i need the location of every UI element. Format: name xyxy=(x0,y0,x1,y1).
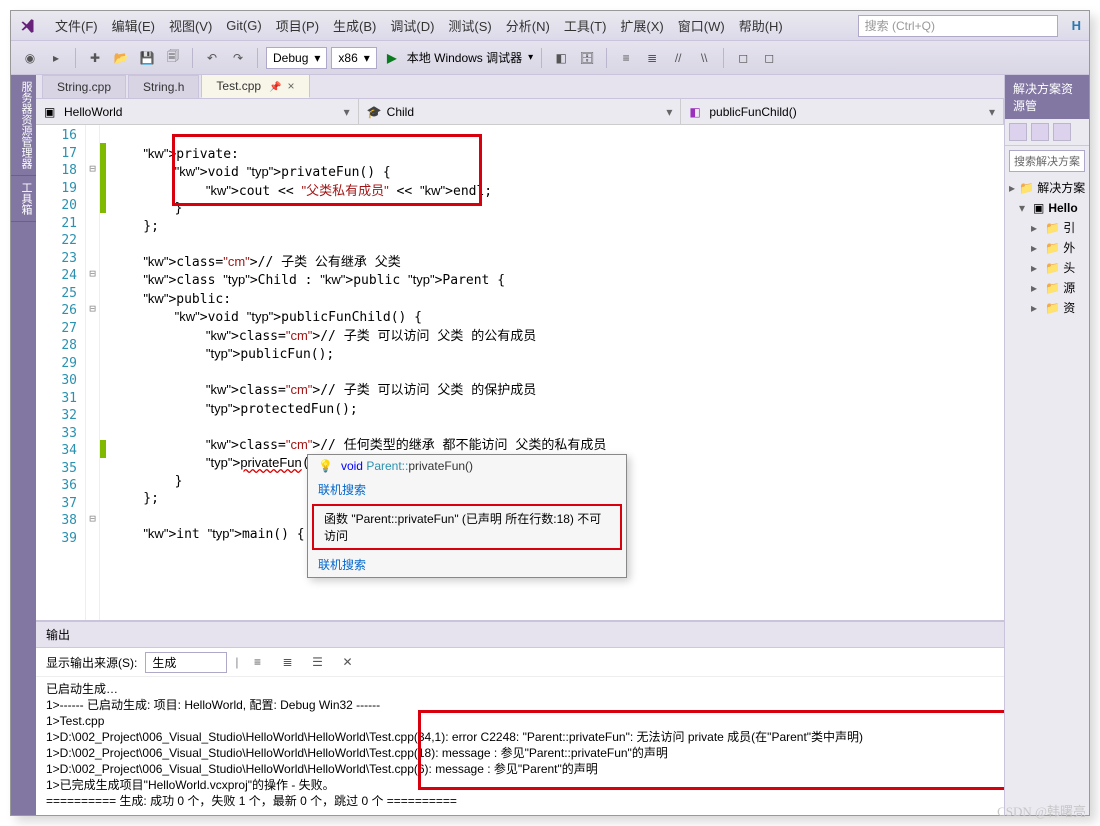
editor-tab[interactable]: Test.cpp📌× xyxy=(201,74,309,98)
error-tooltip: 💡 void Parent::privateFun() 联机搜索 函数 "Par… xyxy=(307,454,627,578)
search-placeholder: 搜索 (Ctrl+Q) xyxy=(865,17,935,34)
project-icon: ▣ xyxy=(44,105,58,119)
menu-search-input[interactable]: 搜索 (Ctrl+Q) xyxy=(858,15,1058,37)
code-editor[interactable]: 1617181920212223242526272829303132333435… xyxy=(36,125,1004,620)
refresh-icon[interactable] xyxy=(1053,123,1071,141)
menu-overflow: H xyxy=(1072,18,1081,33)
open-icon[interactable]: 📂 xyxy=(110,47,132,69)
output-source-label: 显示输出来源(S): xyxy=(46,654,137,671)
nav-scope-combo[interactable]: ▣ HelloWorld▾ xyxy=(36,99,359,124)
tool-icon[interactable]: 🗄 xyxy=(576,47,598,69)
menu-item[interactable]: 生成(B) xyxy=(327,12,382,39)
editor-tab[interactable]: String.h xyxy=(128,75,199,98)
sync-icon[interactable] xyxy=(1031,123,1049,141)
menu-item[interactable]: 测试(S) xyxy=(442,12,497,39)
menu-item[interactable]: 文件(F) xyxy=(49,12,104,39)
tree-folder[interactable]: ▸📁 头 xyxy=(1009,258,1085,278)
menu-bar: 文件(F)编辑(E)视图(V)Git(G)项目(P)生成(B)调试(D)测试(S… xyxy=(11,11,1089,41)
output-tool-icon[interactable]: ≡ xyxy=(246,651,268,673)
vs-logo-icon xyxy=(19,16,39,36)
tooltip-error-text: 函数 "Parent::privateFun" (已声明 所在行数:18) 不可… xyxy=(312,504,622,550)
menu-item[interactable]: 窗口(W) xyxy=(672,12,731,39)
menu-item[interactable]: Git(G) xyxy=(220,14,267,37)
solution-search-input[interactable]: 搜索解决方案 xyxy=(1009,150,1085,172)
outdent-icon[interactable]: ≣ xyxy=(641,47,663,69)
new-icon[interactable]: ✚ xyxy=(84,47,106,69)
tool-icon[interactable]: ◧ xyxy=(550,47,572,69)
menu-item[interactable]: 视图(V) xyxy=(163,12,218,39)
output-panel: 输出 显示输出来源(S): 生成 | ≡ ≣ ☰ ✕ 已启动生成…1>-----… xyxy=(36,620,1004,815)
uncomment-icon[interactable]: \\ xyxy=(693,47,715,69)
editor-tabs: String.cppString.hTest.cpp📌× xyxy=(36,75,1004,99)
left-tool-rail: 服务器资源管理器 工具箱 xyxy=(11,75,36,815)
output-tool-icon[interactable]: ☰ xyxy=(306,651,328,673)
home-icon[interactable] xyxy=(1009,123,1027,141)
output-line: 已启动生成… xyxy=(46,681,994,697)
tree-folder[interactable]: ▸📁 资 xyxy=(1009,298,1085,318)
indent-icon[interactable]: ≡ xyxy=(615,47,637,69)
solution-toolbar xyxy=(1005,119,1089,146)
tooltip-signature: void Parent::privateFun() xyxy=(341,459,473,473)
solution-explorer: 解决方案资源管 搜索解决方案 ▸📁 解决方案 ▾▣ Hello▸📁 引▸📁 外▸… xyxy=(1004,75,1089,815)
output-clear-icon[interactable]: ✕ xyxy=(336,651,358,673)
watermark: CSDN @韩曙亮 xyxy=(997,801,1086,820)
rail-toolbox[interactable]: 工具箱 xyxy=(11,176,36,222)
bookmark-icon[interactable]: ◻ xyxy=(758,47,780,69)
output-title: 输出 xyxy=(36,622,1004,648)
menu-item[interactable]: 调试(D) xyxy=(384,12,440,39)
close-icon[interactable]: × xyxy=(288,79,295,93)
menu-item[interactable]: 扩展(X) xyxy=(614,12,669,39)
output-source-combo[interactable]: 生成 xyxy=(145,652,227,673)
output-line: 1>Test.cpp xyxy=(46,713,994,729)
comment-icon[interactable]: // xyxy=(667,47,689,69)
tooltip-search-link-2[interactable]: 联机搜索 xyxy=(318,556,366,573)
menu-item[interactable]: 项目(P) xyxy=(270,12,325,39)
output-line: 1>已完成生成项目"HelloWorld.vcxproj"的操作 - 失败。 xyxy=(46,777,994,793)
save-all-icon[interactable]: 🗐 xyxy=(162,47,184,69)
tree-folder[interactable]: ▸📁 外 xyxy=(1009,238,1085,258)
menu-item[interactable]: 编辑(E) xyxy=(106,12,161,39)
output-line: 1>D:\002_Project\006_Visual_Studio\Hello… xyxy=(46,761,994,777)
config-combo[interactable]: Debug▾ xyxy=(266,47,327,69)
tree-project[interactable]: ▾▣ Hello xyxy=(1009,198,1085,218)
tree-solution[interactable]: ▸📁 解决方案 xyxy=(1009,178,1085,198)
class-icon: 🎓 xyxy=(367,105,381,119)
menu-item[interactable]: 分析(N) xyxy=(500,12,556,39)
output-tool-icon[interactable]: ≣ xyxy=(276,651,298,673)
output-line: 1>D:\002_Project\006_Visual_Studio\Hello… xyxy=(46,729,994,745)
menu-item[interactable]: 工具(T) xyxy=(558,12,613,39)
main-toolbar: ◉ ▸ ✚ 📂 💾 🗐 ↶ ↷ Debug▾ x86▾ ▶ 本地 Windows… xyxy=(11,41,1089,75)
rail-server-explorer[interactable]: 服务器资源管理器 xyxy=(11,75,36,176)
solution-explorer-title: 解决方案资源管 xyxy=(1005,75,1089,119)
platform-combo[interactable]: x86▾ xyxy=(331,47,376,69)
run-button[interactable]: ▶ xyxy=(381,47,403,69)
bulb-icon: 💡 xyxy=(318,459,333,473)
method-icon: ◧ xyxy=(689,105,703,119)
output-line: 1>D:\002_Project\006_Visual_Studio\Hello… xyxy=(46,745,994,761)
nav-back-icon[interactable]: ◉ xyxy=(19,47,41,69)
bookmark-icon[interactable]: ◻ xyxy=(732,47,754,69)
undo-icon[interactable]: ↶ xyxy=(201,47,223,69)
redo-icon[interactable]: ↷ xyxy=(227,47,249,69)
nav-fwd-icon[interactable]: ▸ xyxy=(45,47,67,69)
tree-folder[interactable]: ▸📁 引 xyxy=(1009,218,1085,238)
save-icon[interactable]: 💾 xyxy=(136,47,158,69)
editor-tab[interactable]: String.cpp xyxy=(42,75,126,98)
menu-item[interactable]: 帮助(H) xyxy=(733,12,789,39)
run-label[interactable]: 本地 Windows 调试器 xyxy=(407,49,522,66)
nav-func-combo[interactable]: ◧ publicFunChild()▾ xyxy=(681,99,1004,124)
output-line: 1>------ 已启动生成: 项目: HelloWorld, 配置: Debu… xyxy=(46,697,994,713)
nav-class-combo[interactable]: 🎓 Child▾ xyxy=(359,99,682,124)
tree-folder[interactable]: ▸📁 源 xyxy=(1009,278,1085,298)
output-line: ========== 生成: 成功 0 个，失败 1 个，最新 0 个，跳过 0… xyxy=(46,793,994,809)
pin-icon[interactable]: 📌 xyxy=(269,82,281,93)
tooltip-search-link[interactable]: 联机搜索 xyxy=(318,481,366,498)
